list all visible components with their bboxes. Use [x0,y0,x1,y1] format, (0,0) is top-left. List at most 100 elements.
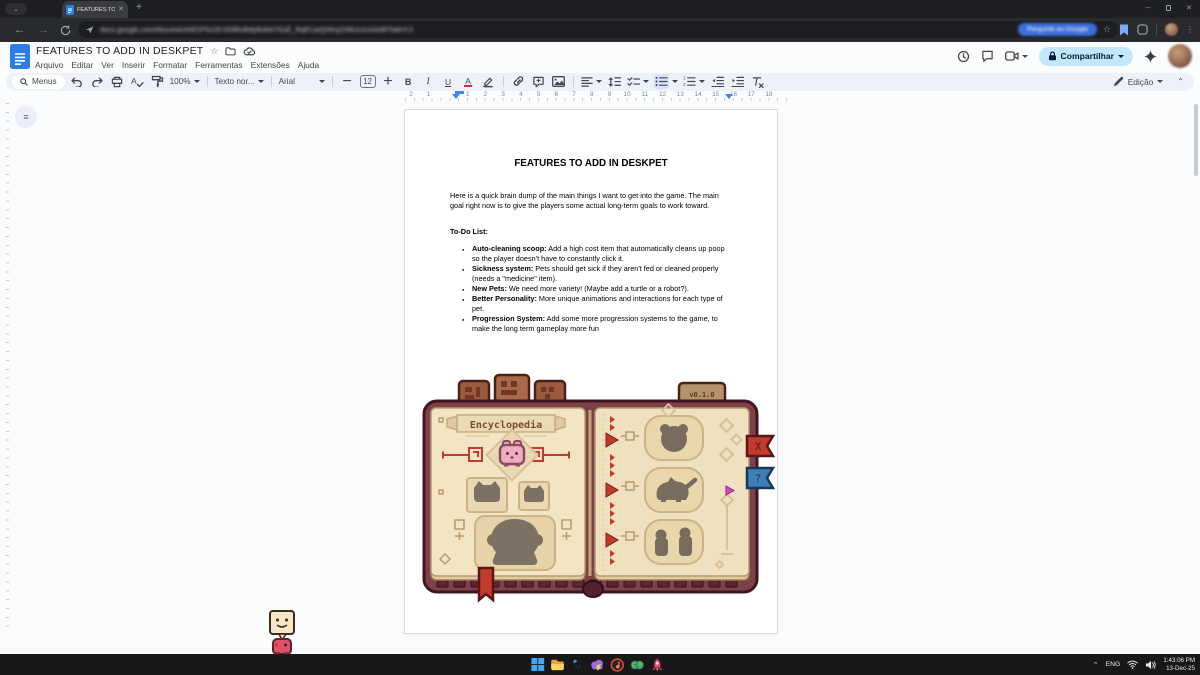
menus-label: Menus [32,77,57,86]
menu-extensoes[interactable]: Extensões [251,60,290,70]
volume-icon[interactable] [1145,660,1156,670]
paint-format-button[interactable] [150,74,165,89]
close-bookmark[interactable]: X [747,436,773,456]
version-tab-label: v0.1.0 [689,391,714,399]
bulleted-list-caret[interactable] [672,80,678,86]
storm-app-icon[interactable] [589,657,605,673]
ask-google-button[interactable]: Pergunte ao Google [1018,23,1097,36]
font-select[interactable]: Arial [279,77,325,86]
language-indicator[interactable]: ENG [1106,661,1121,668]
tray-date: 13-Dec-25 [1163,665,1195,672]
gemini-icon[interactable] [1144,50,1157,63]
horizontal-ruler[interactable]: 21123456789101112131415161718 [405,91,795,102]
clear-formatting-button[interactable] [750,74,765,89]
tray-expand-chevron[interactable]: ⌃ [1093,661,1099,669]
back-button[interactable]: ← [14,24,25,36]
ruler-number: 11 [642,91,649,98]
menus-search-button[interactable]: Menus [12,75,65,89]
print-button[interactable] [110,74,125,89]
italic-button[interactable]: I [421,74,436,89]
add-comment-button[interactable] [531,74,546,89]
line-spacing-button[interactable] [607,74,622,89]
window-close-button[interactable]: ✕ [1186,4,1192,12]
move-to-folder-icon[interactable] [225,47,236,56]
doc-list-header: To-Do List: [450,227,731,236]
menu-inserir[interactable]: Inserir [122,60,145,70]
document-image[interactable]: v0.1.0 Encyclope [421,370,777,610]
editing-mode-select[interactable]: Edição [1128,77,1154,87]
deskpet-app-icon[interactable] [569,657,585,673]
menu-ajuda[interactable]: Ajuda [298,60,319,70]
file-explorer-icon[interactable] [549,657,565,673]
tab-close-icon[interactable]: ✕ [118,6,124,13]
address-bar[interactable]: docs.google.com/document/d/1PScOl-O09hvB… [78,21,1118,38]
menu-editar[interactable]: Editar [71,60,93,70]
meet-button[interactable] [1005,51,1028,61]
saved-bookmark-icon[interactable] [1119,24,1129,36]
brain-app-icon[interactable] [629,657,645,673]
help-bookmark[interactable]: ? [747,468,773,488]
forward-button[interactable]: → [38,24,49,36]
menu-formatar[interactable]: Formatar [153,60,187,70]
scrollbar-thumb[interactable] [1194,104,1198,176]
star-document-icon[interactable]: ☆ [210,46,218,57]
share-caret-icon[interactable] [1118,55,1124,61]
wifi-icon[interactable] [1127,660,1138,669]
share-button[interactable]: Compartilhar [1039,47,1133,66]
document-title[interactable]: FEATURES TO ADD IN DESKPET [36,45,203,57]
redo-button[interactable] [90,74,105,89]
hide-menus-chevron[interactable]: ⌃ [1177,77,1184,86]
highlight-color-button[interactable] [481,74,496,89]
docs-menubar: Arquivo Editar Ver Inserir Formatar Ferr… [35,60,319,70]
align-button[interactable] [581,76,602,88]
zoom-select[interactable]: 100% [170,77,200,86]
window-maximize-button[interactable] [1166,5,1172,11]
comments-icon[interactable] [981,50,994,62]
version-history-icon[interactable] [957,50,970,63]
decrease-indent-button[interactable] [710,74,725,89]
underline-button[interactable]: U [441,74,456,89]
checklist-button[interactable] [627,76,649,87]
browser-menu-icon[interactable]: ⋮ [1186,28,1194,32]
increase-font-button[interactable]: + [381,74,396,89]
bold-button[interactable]: B [401,74,416,89]
start-button[interactable] [529,657,545,673]
increase-indent-button[interactable] [730,74,745,89]
music-app-icon[interactable] [609,657,625,673]
pet-body[interactable] [273,639,291,655]
font-size-input[interactable]: 12 [360,75,376,88]
new-tab-button[interactable]: + [136,3,142,13]
docs-favicon [66,5,74,15]
bookmark-star-icon[interactable]: ☆ [1103,24,1111,35]
divider [1156,24,1157,35]
left-indent-marker[interactable] [452,94,460,99]
docs-app-icon[interactable] [10,44,30,69]
browser-tab[interactable]: FEATURES TO ADD IN DESKPET ✕ [62,1,128,18]
account-avatar[interactable] [1168,44,1192,68]
extensions-icon[interactable] [1137,24,1148,35]
cloud-status-icon[interactable] [243,47,255,56]
menu-arquivo[interactable]: Arquivo [35,60,63,70]
clock[interactable]: 1:43:06 PM 13-Dec-25 [1163,657,1195,671]
menu-ferramentas[interactable]: Ferramentas [195,60,242,70]
rocket-app-icon[interactable] [649,657,665,673]
show-outline-button[interactable]: ≡ [15,106,37,128]
insert-image-button[interactable] [551,74,566,89]
share-url-icon[interactable] [85,25,94,34]
reload-button[interactable] [60,25,71,36]
undo-button[interactable] [70,74,85,89]
insert-link-button[interactable] [511,74,526,89]
ruler-ticks [405,98,795,101]
desktop-pet[interactable] [266,609,300,655]
menu-ver[interactable]: Ver [101,60,114,70]
window-minimize-button[interactable]: ─ [1146,5,1151,12]
tab-search-button[interactable]: ⌄ [5,3,27,15]
spellcheck-button[interactable]: A [130,74,145,89]
document-page[interactable]: FEATURES TO ADD IN DESKPET Here is a qui… [405,110,777,633]
bulleted-list-button[interactable] [654,74,669,89]
text-color-button[interactable]: A [461,74,476,89]
numbered-list-button[interactable]: 12 [683,76,705,87]
browser-profile-avatar[interactable] [1165,23,1178,36]
decrease-font-button[interactable]: − [340,74,355,89]
paragraph-style-select[interactable]: Texto nor... [215,77,264,86]
